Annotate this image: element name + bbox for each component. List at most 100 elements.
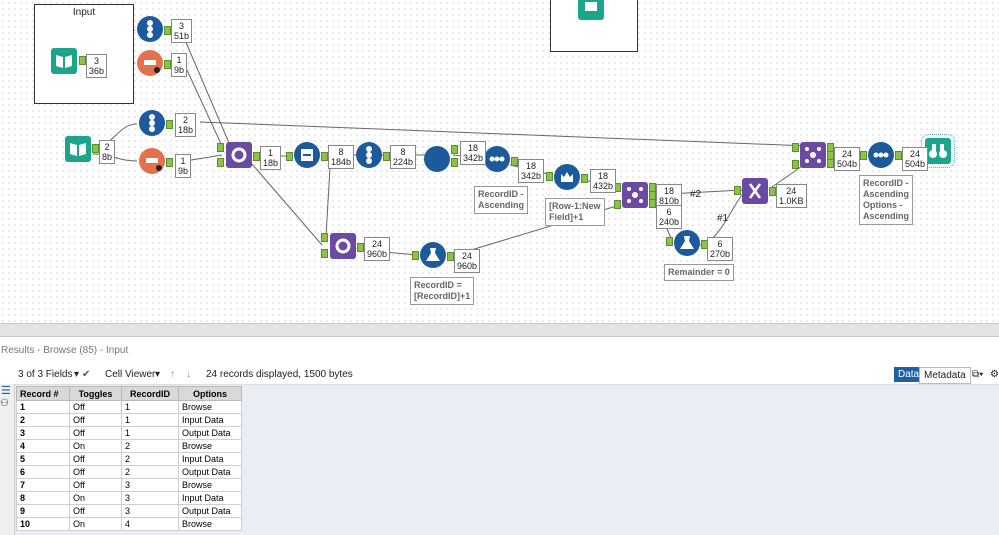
table-cell[interactable]: 1 bbox=[121, 400, 179, 414]
table-cell[interactable]: Input Data bbox=[178, 452, 242, 466]
table-cell[interactable]: On bbox=[69, 439, 122, 453]
append-fields-tool-icon[interactable] bbox=[330, 233, 356, 259]
table-cell[interactable]: Off bbox=[69, 478, 122, 492]
input-anchor[interactable] bbox=[321, 233, 328, 242]
table-row[interactable]: 8 On 3 Input Data bbox=[16, 491, 242, 505]
multi-row-formula-tool-icon[interactable] bbox=[554, 164, 580, 190]
column-header[interactable]: Toggles bbox=[69, 386, 122, 401]
input-anchor[interactable] bbox=[666, 237, 673, 246]
table-cell[interactable]: 3 bbox=[121, 504, 179, 518]
table-row[interactable]: 10 On 4 Browse bbox=[16, 517, 242, 531]
output-anchor[interactable] bbox=[357, 243, 364, 252]
pane-splitter[interactable] bbox=[0, 323, 999, 337]
append-fields-tool-icon[interactable] bbox=[226, 142, 252, 168]
join-right-anchor[interactable] bbox=[614, 200, 621, 209]
chevron-down-icon[interactable]: ▾ bbox=[155, 368, 160, 382]
column-header[interactable]: Record # bbox=[16, 386, 70, 401]
output-anchor[interactable] bbox=[451, 158, 458, 167]
table-cell[interactable]: Browse bbox=[178, 439, 242, 453]
text-to-columns-tool-icon[interactable] bbox=[139, 148, 165, 174]
chevron-down-icon[interactable]: ▾ bbox=[74, 368, 79, 382]
table-cell[interactable]: Input Data bbox=[178, 491, 242, 505]
union-tool-icon[interactable] bbox=[742, 178, 768, 204]
record-number-cell[interactable]: 8 bbox=[16, 491, 70, 505]
table-cell[interactable]: 3 bbox=[121, 478, 179, 492]
table-row[interactable]: 5 Off 2 Input Data bbox=[16, 452, 242, 466]
sample-tool-icon[interactable] bbox=[868, 142, 894, 168]
table-cell[interactable]: On bbox=[69, 517, 122, 531]
list-icon[interactable]: ☰ bbox=[1, 384, 11, 397]
table-row[interactable]: 2 Off 1 Input Data bbox=[16, 413, 242, 427]
output-anchor[interactable] bbox=[447, 252, 454, 261]
filter-formula-tool-icon[interactable] bbox=[674, 230, 700, 256]
table-row[interactable]: 1 Off 1 Browse bbox=[16, 400, 242, 414]
record-number-cell[interactable]: 5 bbox=[16, 452, 70, 466]
column-header[interactable]: Options bbox=[178, 386, 242, 401]
table-row[interactable]: 6 Off 2 Output Data bbox=[16, 465, 242, 479]
input-anchor[interactable] bbox=[546, 172, 553, 181]
arrow-down-icon[interactable]: ↓ bbox=[186, 368, 191, 382]
input-anchor[interactable] bbox=[217, 143, 224, 152]
table-row[interactable]: 9 Off 3 Output Data bbox=[16, 504, 242, 518]
table-cell[interactable]: 1 bbox=[121, 413, 179, 427]
output-anchor[interactable] bbox=[769, 187, 776, 196]
output-anchor[interactable] bbox=[451, 145, 458, 154]
table-cell[interactable]: Browse bbox=[178, 478, 242, 492]
settings-icon[interactable]: ⚙ bbox=[990, 368, 999, 382]
table-cell[interactable]: 3 bbox=[121, 491, 179, 505]
join-right-anchor[interactable] bbox=[792, 160, 799, 169]
output-anchor[interactable] bbox=[164, 26, 171, 35]
cell-viewer-dropdown[interactable]: Cell Viewer bbox=[105, 368, 155, 382]
column-header[interactable]: RecordID bbox=[121, 386, 179, 401]
table-cell[interactable]: Off bbox=[69, 452, 122, 466]
output-anchor[interactable] bbox=[166, 158, 173, 167]
record-id-tool-icon[interactable] bbox=[137, 16, 163, 42]
input-anchor[interactable] bbox=[412, 251, 419, 260]
record-number-cell[interactable]: 4 bbox=[16, 439, 70, 453]
join-left-anchor[interactable] bbox=[792, 143, 799, 152]
table-cell[interactable]: Browse bbox=[178, 517, 242, 531]
table-cell[interactable]: Off bbox=[69, 413, 122, 427]
output-anchor[interactable] bbox=[581, 174, 588, 183]
table-cell[interactable]: Off bbox=[69, 400, 122, 414]
table-cell[interactable]: 1 bbox=[121, 426, 179, 440]
output-anchor[interactable] bbox=[321, 152, 328, 161]
browse-tool-icon[interactable] bbox=[578, 0, 604, 20]
input-anchor[interactable] bbox=[734, 186, 741, 195]
table-row[interactable]: 7 Off 3 Browse bbox=[16, 478, 242, 492]
input-anchor[interactable] bbox=[860, 151, 867, 160]
output-anchor[interactable] bbox=[253, 152, 260, 161]
table-row[interactable]: 4 On 2 Browse bbox=[16, 439, 242, 453]
table-row[interactable]: 3 Off 1 Output Data bbox=[16, 426, 242, 440]
table-cell[interactable]: Browse bbox=[178, 400, 242, 414]
record-number-cell[interactable]: 9 bbox=[16, 504, 70, 518]
output-anchor[interactable] bbox=[649, 199, 656, 208]
output-anchor[interactable] bbox=[383, 152, 390, 161]
table-cell[interactable]: Off bbox=[69, 426, 122, 440]
record-number-cell[interactable]: 7 bbox=[16, 478, 70, 492]
join-tool-icon[interactable] bbox=[800, 142, 826, 168]
record-number-cell[interactable]: 1 bbox=[16, 400, 70, 414]
workflow-canvas[interactable]: Input 3 51b 3 36b 1 9b 2 18b 2 8b 1 9b 1… bbox=[0, 0, 999, 323]
table-cell[interactable]: Output Data bbox=[178, 504, 242, 518]
input-anchor[interactable] bbox=[321, 249, 328, 258]
input-data-tool-icon[interactable] bbox=[65, 136, 91, 162]
metadata-tab[interactable]: Metadata bbox=[919, 367, 971, 384]
record-number-cell[interactable]: 2 bbox=[16, 413, 70, 427]
copy-icon[interactable]: ⧉▾ bbox=[972, 368, 983, 382]
record-number-cell[interactable]: 10 bbox=[16, 517, 70, 531]
table-cell[interactable]: Output Data bbox=[178, 426, 242, 440]
output-anchor[interactable] bbox=[827, 159, 834, 168]
sample-tool-icon[interactable] bbox=[484, 146, 510, 172]
browse-binoculars-icon[interactable] bbox=[921, 134, 955, 168]
table-cell[interactable]: Input Data bbox=[178, 413, 242, 427]
formula-tool-icon[interactable] bbox=[420, 242, 446, 268]
generate-rows-tool-icon[interactable] bbox=[294, 142, 320, 168]
checkmark-icon[interactable]: ✔ bbox=[82, 368, 90, 382]
sort-tool-icon[interactable] bbox=[424, 146, 450, 172]
record-id-tool-icon[interactable] bbox=[139, 110, 165, 136]
table-cell[interactable]: 2 bbox=[121, 465, 179, 479]
table-cell[interactable]: Output Data bbox=[178, 465, 242, 479]
table-cell[interactable]: 2 bbox=[121, 439, 179, 453]
arrow-up-icon[interactable]: ↑ bbox=[170, 368, 175, 382]
